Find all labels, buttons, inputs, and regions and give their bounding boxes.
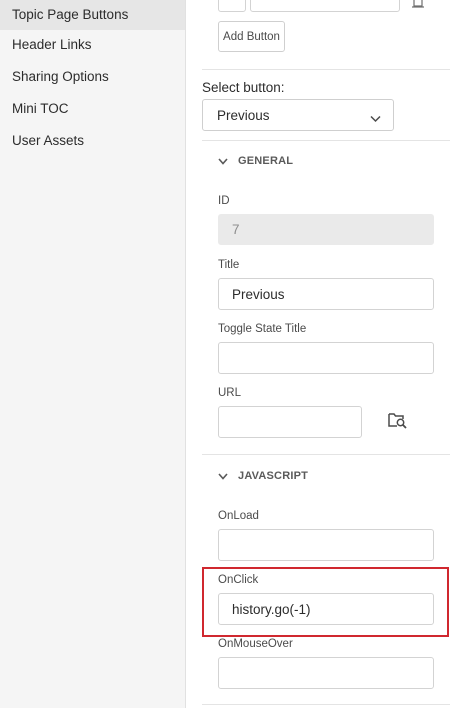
title-value: Previous [232,286,285,302]
onload-label: OnLoad [218,510,259,522]
folder-search-icon[interactable] [388,411,408,434]
onclick-value: history.go(-1) [232,601,311,617]
id-field: 7 [218,214,434,245]
title-label: Title [218,259,240,271]
javascript-section-toggle[interactable]: JAVASCRIPT [218,470,308,482]
chevron-down-icon [370,111,381,126]
onmouseover-label: OnMouseOver [218,638,293,650]
select-button-dropdown[interactable]: Previous [202,99,394,131]
id-value: 7 [232,222,240,237]
general-section-heading: GENERAL [238,155,294,167]
sidebar-item-topic-page-buttons[interactable]: Topic Page Buttons [0,0,185,30]
toggle-state-title-label: Toggle State Title [218,323,307,335]
sidebar-item-user-assets[interactable]: User Assets [0,126,185,156]
button-settings-panel: Add Button Select button: Previous GENER… [186,0,462,708]
sidebar-item-sharing-options[interactable]: Sharing Options [0,62,185,92]
id-label: ID [218,195,230,207]
general-section-toggle[interactable]: GENERAL [218,155,293,167]
divider [202,704,450,705]
title-field[interactable]: Previous [218,278,434,310]
onclick-label: OnClick [218,574,259,586]
onclick-field[interactable]: history.go(-1) [218,593,434,625]
url-label: URL [218,387,242,399]
select-button-label: Select button: [202,80,285,95]
divider [202,454,450,455]
onload-field[interactable] [218,529,434,561]
divider [202,140,450,141]
settings-sidebar: Topic Page Buttons Header Links Sharing … [0,0,186,708]
sidebar-item-mini-toc[interactable]: Mini TOC [0,94,185,124]
chevron-down-icon [218,157,228,165]
chevron-down-icon [218,472,228,480]
toggle-state-title-field[interactable] [218,342,434,374]
select-button-value: Previous [217,107,270,123]
divider [202,69,450,70]
url-field[interactable] [218,406,362,438]
add-button[interactable]: Add Button [218,21,285,52]
onmouseover-field[interactable] [218,657,434,689]
partial-field[interactable] [250,0,400,12]
javascript-section-heading: JAVASCRIPT [238,470,309,482]
sidebar-item-header-links[interactable]: Header Links [0,30,185,60]
partial-field-small[interactable] [218,0,246,12]
trash-icon[interactable] [412,0,424,14]
